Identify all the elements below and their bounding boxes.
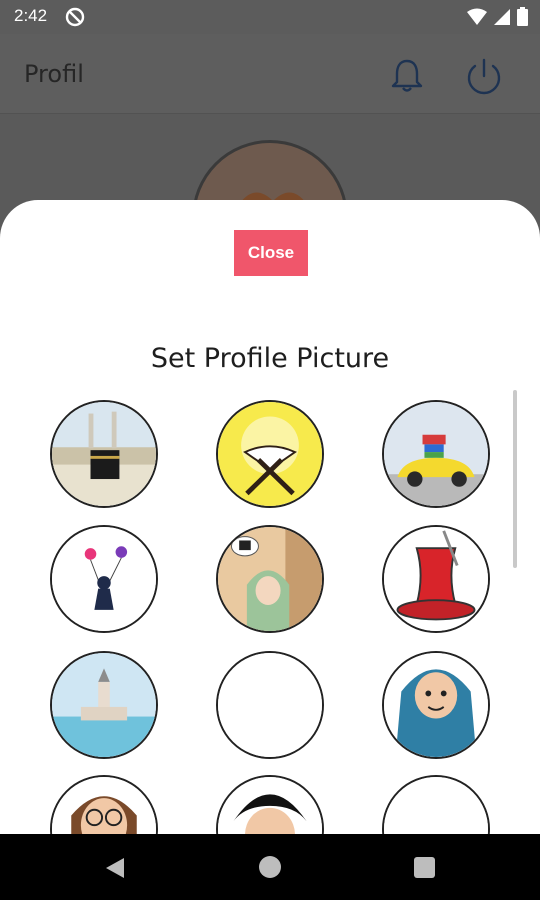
avatar-option-girl-balloons[interactable] [50, 525, 158, 633]
picture-grid [0, 200, 540, 834]
avatar-option-quran[interactable] [216, 400, 324, 508]
back-icon[interactable] [104, 856, 126, 880]
bell-icon[interactable] [387, 56, 427, 96]
avatar-option-maiden-tower[interactable] [50, 651, 158, 759]
recent-apps-icon[interactable] [414, 857, 435, 878]
no-disturb-icon [65, 7, 85, 27]
status-bar: 2:42 [0, 0, 540, 34]
app-bar: Profil [0, 34, 540, 114]
avatar-option-empty-2[interactable] [382, 775, 490, 834]
avatar-option-empty[interactable] [216, 651, 324, 759]
avatar-option-girl-hijab[interactable] [216, 525, 324, 633]
status-icons [467, 7, 528, 26]
profile-picture-sheet: Close Set Profile Picture [0, 200, 540, 834]
avatar-option-boy-black-hair[interactable] [216, 775, 324, 834]
signal-icon [494, 8, 510, 25]
avatar-option-car[interactable] [382, 400, 490, 508]
page-title: Profil [24, 60, 84, 88]
avatar-option-man-glasses[interactable] [50, 775, 158, 834]
battery-icon [517, 7, 528, 26]
avatar-option-kaaba[interactable] [50, 400, 158, 508]
avatar-option-hijab-woman[interactable] [382, 651, 490, 759]
wifi-icon [467, 8, 487, 25]
power-icon[interactable] [463, 56, 505, 98]
system-nav-bar [0, 834, 540, 900]
home-icon[interactable] [259, 856, 281, 878]
scrollbar[interactable] [513, 390, 517, 568]
avatar-option-turkish-tea[interactable] [382, 525, 490, 633]
status-time: 2:42 [14, 6, 48, 25]
